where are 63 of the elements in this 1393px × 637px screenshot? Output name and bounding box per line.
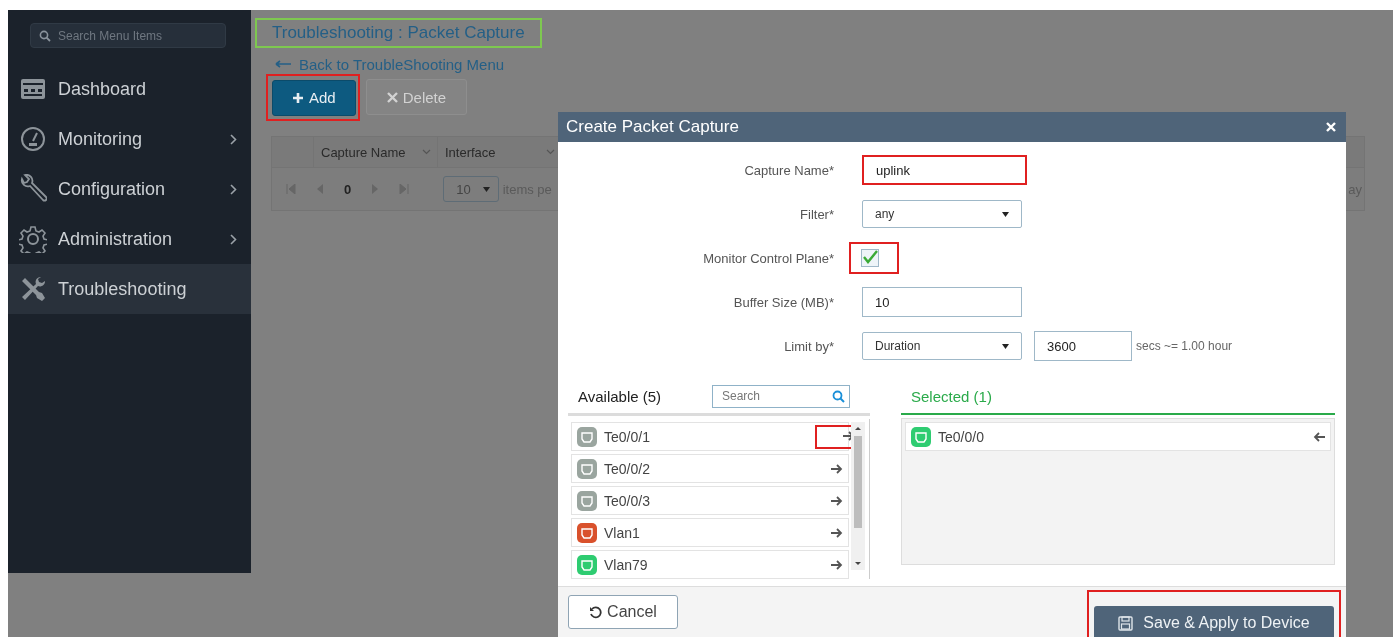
dialog-title: Create Packet Capture [566,117,739,137]
toolbar-button[interactable]: Add [272,79,356,116]
sidebar-item[interactable]: Configuration [8,164,251,214]
sidebar-item[interactable]: Monitoring [8,114,251,164]
field-label: Capture Name* [743,161,834,180]
interface-item[interactable]: Vlan1 [571,518,849,547]
arrow-right-icon[interactable] [831,495,843,506]
arrow-left-icon [275,60,291,68]
interface-name: Vlan79 [604,556,649,573]
sidebar-item[interactable]: Administration [8,214,251,264]
interface-name: Vlan1 [604,524,641,541]
chevron-right-icon [230,233,237,245]
text-field[interactable]: uplink [862,155,1027,185]
chevron-down-icon [422,149,431,155]
selected-title: Selected (1) [911,387,992,405]
interface-name: Te0/0/3 [604,492,651,509]
sidebar-item[interactable]: Troubleshooting [8,264,251,314]
duration-field[interactable]: 3600 [1034,331,1132,361]
filter-select[interactable]: any [862,200,1022,228]
close-icon [386,91,398,103]
interface-item[interactable]: Te0/0/1 [571,422,849,451]
page-number: 0 [344,181,352,197]
available-title: Available (5) [578,387,662,405]
interface-name: Te0/0/0 [938,428,985,445]
interface-name: Te0/0/2 [604,460,651,477]
limit-select[interactable]: Duration [862,332,1022,360]
interface-item[interactable]: Vlan79 [571,550,849,579]
plus-icon [292,91,304,104]
wrench-icon [19,174,47,204]
sidebar-item[interactable]: Dashboard [8,64,251,114]
undo-icon [589,605,603,619]
interface-item[interactable]: Te0/0/2 [571,454,849,483]
gauge-icon [19,126,47,152]
page-title: Troubleshooting : Packet Capture [255,18,542,48]
field-label: Monitor Control Plane* [702,249,834,268]
caret-icon [1002,343,1009,349]
field-label: Limit by* [783,337,834,356]
search-icon [39,30,51,42]
arrow-right-icon[interactable] [831,463,843,474]
arrow-right-icon[interactable] [831,527,843,538]
close-icon[interactable] [1326,122,1336,132]
chevron-down-icon [546,149,555,155]
chevron-right-icon [230,133,237,145]
arrow-left-icon[interactable] [1313,431,1325,442]
caret-icon [482,186,490,192]
cancel-button[interactable]: Cancel [568,595,678,629]
interface-name: Te0/0/1 [604,428,651,445]
save-button[interactable]: Save & Apply to Device [1094,606,1334,637]
dashboard-icon [19,77,47,101]
scrollbar[interactable] [851,422,865,570]
interface-item[interactable]: Te0/0/3 [571,486,849,515]
interface-item[interactable]: Te0/0/0 [905,422,1331,451]
duration-note: secs ~= 1.00 hour [1136,339,1233,353]
field-label: Filter* [799,205,834,224]
text-field[interactable]: 10 [862,287,1022,317]
field-label: Buffer Size (MB)* [732,293,834,312]
chevron-right-icon [230,183,237,195]
checkbox[interactable] [861,249,879,267]
search-field[interactable]: Search Menu Items [30,23,226,48]
search-field[interactable]: Search [712,384,850,408]
search-icon [832,389,845,403]
gear-icon [19,225,47,253]
arrow-right-icon[interactable] [831,559,843,570]
